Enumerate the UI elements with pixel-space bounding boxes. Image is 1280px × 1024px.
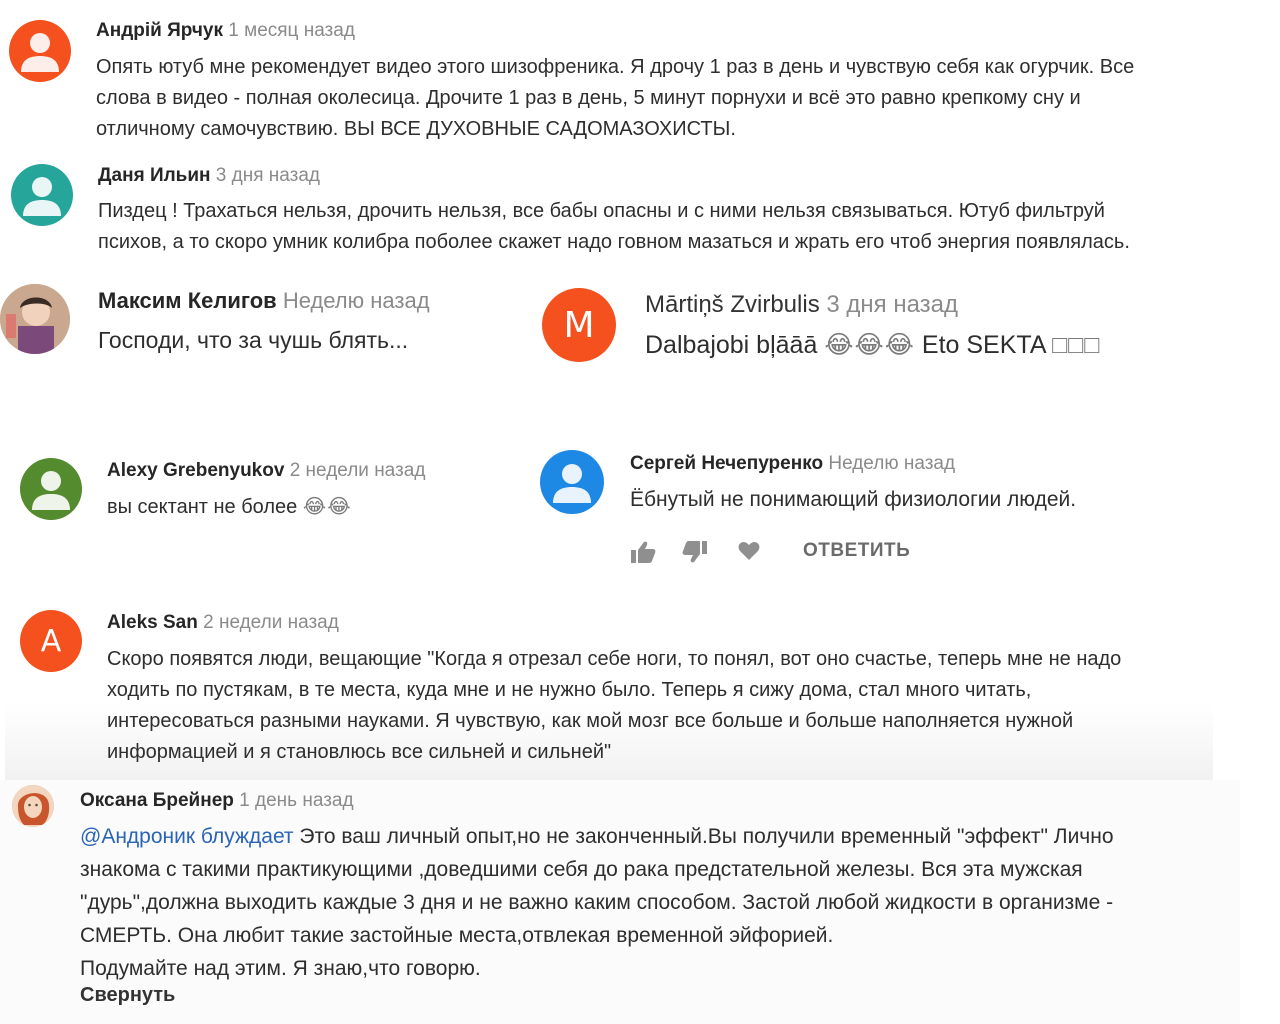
comment-line: отличному самочувствию. ВЫ ВСЕ ДУХОВНЫЕ …	[96, 118, 736, 140]
comment-text-part: Dalbajobi bļāāā	[645, 331, 818, 359]
timestamp[interactable]: 2 недели назад	[290, 460, 426, 481]
emoji-text: 😂😂😂	[824, 331, 915, 359]
author-name[interactable]: Максим Келигов	[98, 288, 277, 313]
comment-line: знакома с такими практикующими ,доведшим…	[80, 858, 1083, 881]
author-name[interactable]: Андрій Ярчук	[96, 20, 223, 41]
comment-text-part: вы сектант не более	[107, 496, 298, 518]
comment-line: "дурь",должна выходить каждые 3 дня и не…	[80, 891, 1114, 914]
comment-header: Максим Келигов Неделю назад	[98, 288, 430, 314]
author-name[interactable]: Сергей Нечепуренко	[630, 453, 823, 474]
timestamp[interactable]: 1 день назад	[239, 790, 353, 811]
avatar[interactable]	[12, 785, 54, 827]
avatar[interactable]: A	[20, 610, 82, 672]
comment-line: психов, а то скоро умник колибра поболее…	[98, 231, 1130, 253]
comment-header: Alexy Grebenyukov 2 недели назад	[107, 460, 425, 482]
comment-line: слова в видео - полная околесица. Дрочит…	[96, 87, 1081, 109]
comment-line: Подумайте над этим. Я знаю,что говорю.	[80, 957, 481, 980]
person-icon	[23, 177, 61, 216]
comment-line: Пиздец ! Трахаться нельзя, дрочить нельз…	[98, 200, 1105, 222]
reply-button[interactable]: ОТВЕТИТЬ	[803, 540, 910, 562]
comment-text-part: Это ваш личный опыт,но не законченный.Вы…	[293, 825, 1114, 848]
avatar[interactable]: M	[542, 288, 616, 362]
comment-text: вы сектант не более 😂😂	[107, 492, 352, 523]
author-name[interactable]: Даня Ильин	[98, 165, 211, 186]
avatar[interactable]	[9, 20, 71, 82]
comment-line: Скоро появятся люди, вещающие "Когда я о…	[107, 648, 1122, 670]
author-name[interactable]: Mārtiņš Zvirbulis	[645, 291, 820, 318]
author-name[interactable]: Aleks San	[107, 612, 198, 633]
timestamp[interactable]: 1 месяц назад	[228, 20, 355, 41]
timestamp[interactable]: 3 дня назад	[216, 165, 320, 186]
comment-line: СМЕРТЬ. Она любит такие застойные места,…	[80, 924, 834, 947]
photo-avatar	[0, 284, 70, 354]
comment-text: Господи, что за чушь блять...	[98, 325, 408, 356]
comment-line: Опять ютуб мне рекомендует видео этого ш…	[96, 56, 1135, 78]
comment-text: @Андроник блуждает Это ваш личный опыт,н…	[80, 820, 1114, 985]
comment-header: Mārtiņš Zvirbulis 3 дня назад	[645, 291, 958, 319]
comment-text: Пиздец ! Трахаться нельзя, дрочить нельз…	[98, 196, 1130, 258]
avatar-letter: M	[563, 304, 595, 346]
comment-text: Скоро появятся люди, вещающие "Когда я о…	[107, 644, 1121, 768]
comment-line: интересоваться разными науками. Я чувств…	[107, 710, 1074, 732]
comment-text-part: Eto SEKTA	[921, 331, 1046, 359]
unrendered-glyphs: □□□	[1052, 331, 1101, 359]
photo-avatar	[12, 785, 54, 827]
emoji-text: 😂😂	[302, 496, 352, 518]
comment-line: ходить по пустякам, в те места, куда мне…	[107, 679, 1032, 701]
timestamp[interactable]: 3 дня назад	[826, 291, 958, 318]
thumbs-up-icon[interactable]	[630, 540, 656, 564]
thumbs-down-icon[interactable]	[682, 540, 708, 564]
comment-line: Ёбнутый не понимающий физиологии людей.	[630, 488, 1077, 511]
author-name[interactable]: Alexy Grebenyukov	[107, 460, 284, 481]
mention-link[interactable]: @Андроник блуждает	[80, 825, 294, 848]
timestamp[interactable]: Неделю назад	[283, 288, 430, 313]
avatar-letter: A	[40, 623, 62, 659]
comment-line: @Андроник блуждает Это ваш личный опыт,н…	[80, 820, 1114, 853]
comment-header: Aleks San 2 недели назад	[107, 612, 339, 634]
timestamp[interactable]: 2 недели назад	[203, 612, 339, 633]
comment-header: Андрій Ярчук 1 месяц назад	[96, 20, 355, 42]
person-icon	[21, 33, 59, 72]
timestamp[interactable]: Неделю назад	[828, 453, 955, 474]
person-icon	[553, 464, 591, 503]
collapse-button[interactable]: Свернуть	[80, 984, 175, 1007]
comment-text: Опять ютуб мне рекомендует видео этого ш…	[96, 52, 1134, 145]
heart-icon[interactable]	[738, 541, 760, 561]
comment-line: информацией и я становлюсь все сильней и…	[107, 741, 612, 763]
person-icon	[32, 471, 70, 510]
comment-line: Господи, что за чушь блять...	[98, 327, 409, 353]
author-name[interactable]: Оксана Брейнер	[80, 790, 234, 811]
comment-header: Даня Ильин 3 дня назад	[98, 165, 320, 187]
avatar[interactable]	[11, 164, 73, 226]
comment-text: Dalbajobi bļāāā 😂😂😂 Eto SEKTA □□□	[645, 330, 1100, 361]
avatar[interactable]	[0, 284, 70, 354]
comment-header: Оксана Брейнер 1 день назад	[80, 790, 354, 812]
comment-header: Сергей Нечепуренко Неделю назад	[630, 453, 955, 475]
comment-text: Ёбнутый не понимающий физиологии людей.	[630, 484, 1076, 515]
avatar[interactable]	[540, 450, 604, 514]
avatar[interactable]	[20, 458, 82, 520]
